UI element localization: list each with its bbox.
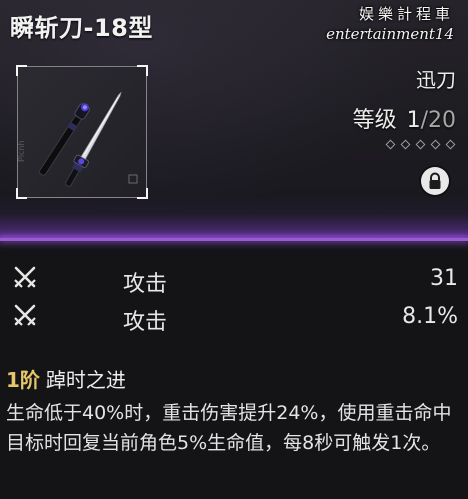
frame-corner	[16, 188, 27, 199]
lock-button[interactable]	[421, 167, 449, 195]
watermark: 娱樂計程車 entertainment14	[326, 4, 454, 44]
rank-diamond-icon	[445, 139, 456, 150]
weapon-card: 瞬斩刀-18型 娱樂計程車 entertainment14 Plcnh 迅刀 等…	[0, 0, 468, 499]
rarity-line	[0, 238, 468, 241]
stat-name: 攻击	[123, 310, 168, 335]
weapon-header: 瞬斩刀-18型 娱樂計程車 entertainment14 Plcnh 迅刀 等…	[0, 0, 468, 241]
stat-value: 31	[430, 266, 458, 291]
level-max: /20	[420, 108, 456, 133]
weapon-name: 瞬斩刀-18型	[10, 14, 153, 42]
crossed-swords-icon	[14, 266, 36, 288]
katana	[64, 91, 122, 187]
passive-header: 1阶 踔时之进	[6, 366, 462, 394]
frame-corner	[137, 65, 148, 76]
level-label: 等级	[352, 108, 397, 133]
rank-indicators	[385, 138, 456, 151]
rank-diamond-icon	[385, 139, 396, 150]
passive-name: 踔时之进	[45, 368, 126, 392]
weapon-image: Plcnh	[18, 91, 138, 187]
frame-corner	[16, 65, 27, 76]
stat-value: 8.1%	[402, 304, 458, 329]
rank-diamond-icon	[400, 139, 411, 150]
weapon-image-frame: Plcnh	[16, 65, 148, 199]
watermark-en: entertainment14	[326, 25, 454, 43]
rank-diamond-icon	[415, 139, 426, 150]
stat-name: 攻击	[123, 272, 168, 297]
passive-skill: 1阶 踔时之进 生命低于40%时，重击伤害提升24%，使用重击命中目标时回复当前角…	[6, 366, 462, 458]
level-current: 1	[406, 108, 421, 133]
rank-diamond-icon	[430, 139, 441, 150]
crossed-swords-icon	[14, 304, 36, 326]
stat-row: 攻击 8.1%	[0, 300, 468, 338]
watermark-cn: 娱樂計程車	[358, 5, 454, 23]
frame-corner	[137, 188, 148, 199]
weapon-level: 等级 1/20	[353, 102, 456, 134]
lock-icon	[429, 172, 441, 189]
passive-description: 生命低于40%时，重击伤害提升24%，使用重击命中目标时回复当前角色5%生命值，…	[6, 402, 452, 454]
frame-side-text: Plcnh	[18, 140, 26, 162]
passive-rank: 1阶	[6, 368, 40, 392]
stat-row: 攻击 31	[0, 262, 468, 300]
stats-list: 攻击 31 攻击 8.1%	[0, 262, 468, 338]
weapon-type: 迅刀	[416, 68, 456, 92]
rarity-glow	[0, 214, 468, 240]
